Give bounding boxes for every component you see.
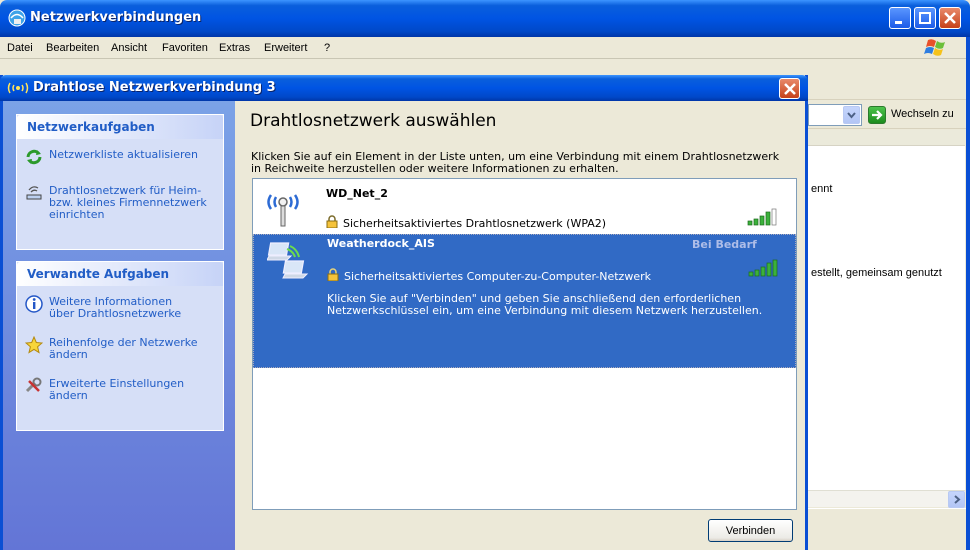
network-connections-icon: [8, 9, 26, 27]
close-icon: [784, 83, 796, 95]
menubar: Datei Bearbeiten Ansicht Favoriten Extra…: [0, 37, 970, 59]
menu-help[interactable]: ?: [324, 42, 330, 54]
info-icon: [25, 295, 43, 313]
menu-datei[interactable]: Datei: [7, 42, 33, 54]
refresh-icon: [26, 149, 42, 165]
related-tasks-panel: Verwandte Aufgaben Weitere Informationen…: [16, 261, 224, 431]
network-connect-mode: Bei Bedarf: [692, 238, 757, 251]
task-label[interactable]: Erweiterte Einstellungen ändern: [49, 378, 209, 402]
network-security: Sicherheitsaktiviertes Computer-zu-Compu…: [344, 270, 651, 283]
dialog-title: Drahtlose Netzwerkverbindung 3: [33, 80, 276, 95]
network-name: Weatherdock_AIS: [327, 237, 435, 250]
menu-ansicht[interactable]: Ansicht: [111, 42, 147, 54]
lock-icon: [326, 215, 338, 228]
task-label[interactable]: Reihenfolge der Netzwerke ändern: [49, 337, 199, 361]
page-title: Drahtlosnetzwerk auswählen: [250, 111, 497, 131]
horizontal-scrollbar[interactable]: [808, 490, 965, 508]
minimize-button[interactable]: [889, 7, 911, 29]
windows-logo-icon: [924, 39, 945, 56]
list-text-fragment: estellt, gemeinsam genutzt: [811, 267, 942, 279]
menu-extras[interactable]: Extras: [219, 42, 250, 54]
address-combo[interactable]: [808, 104, 862, 126]
task-refresh-list[interactable]: Netzwerkliste aktualisieren: [25, 148, 221, 168]
close-icon: [944, 12, 956, 24]
signal-strength-icon: [748, 259, 778, 277]
background-window-title: Netzwerkverbindungen: [30, 10, 202, 25]
network-item-weatherdock-ais[interactable]: Weatherdock_AIS Bei Bedarf Sicherheitsak…: [253, 234, 796, 368]
list-text-fragment: ennt: [811, 183, 833, 195]
task-label[interactable]: Drahtlosnetzwerk für Heim- bzw. kleines …: [49, 185, 209, 221]
dialog-close-button[interactable]: [779, 78, 800, 99]
adhoc-computer-icon: [267, 242, 309, 279]
scroll-right-icon[interactable]: [948, 491, 965, 508]
task-network-order[interactable]: Reihenfolge der Netzwerke ändern: [25, 336, 221, 364]
close-button[interactable]: [939, 7, 961, 29]
status-bar: [808, 508, 970, 530]
menu-bearbeiten[interactable]: Bearbeiten: [46, 42, 99, 54]
connect-button[interactable]: Verbinden: [708, 519, 793, 542]
wireless-setup-icon: [26, 186, 42, 200]
window-border: [966, 37, 970, 550]
instructions-text: Klicken Sie auf ein Element in der Liste…: [251, 150, 780, 175]
chevron-down-icon[interactable]: [843, 106, 860, 124]
task-label[interactable]: Netzwerkliste aktualisieren: [49, 149, 198, 161]
main-pane: Drahtlosnetzwerk auswählen Klicken Sie a…: [235, 101, 805, 550]
task-more-info[interactable]: Weitere Informationen über Drahtlosnetzw…: [25, 295, 221, 323]
lock-icon: [327, 268, 339, 281]
wireless-antenna-icon: [7, 82, 29, 94]
maximize-button[interactable]: [914, 7, 936, 29]
network-security: Sicherheitsaktiviertes Drahtlosnetzwerk …: [343, 217, 607, 230]
panel-title: Netzwerkaufgaben: [17, 115, 223, 139]
network-tasks-panel: Netzwerkaufgaben Netzwerkliste aktualisi…: [16, 114, 224, 250]
task-label[interactable]: Weitere Informationen über Drahtlosnetzw…: [49, 296, 199, 320]
network-details: Klicken Sie auf "Verbinden" und geben Si…: [327, 292, 763, 317]
tools-icon: [25, 377, 42, 393]
access-point-icon: [267, 194, 299, 227]
task-advanced-settings[interactable]: Erweiterte Einstellungen ändern: [25, 377, 221, 405]
minimize-icon: [895, 21, 902, 24]
go-button-label[interactable]: Wechseln zu: [891, 108, 954, 120]
network-name: WD_Net_2: [326, 187, 388, 200]
wireless-dialog: Drahtlose Netzwerkverbindung 3 Netzwerka…: [0, 75, 808, 550]
menu-favoriten[interactable]: Favoriten: [162, 42, 208, 54]
task-pane: Netzwerkaufgaben Netzwerkliste aktualisi…: [3, 101, 235, 550]
go-arrow-icon[interactable]: [868, 106, 886, 124]
column-header[interactable]: [808, 130, 965, 146]
task-setup-network[interactable]: Drahtlosnetzwerk für Heim- bzw. kleines …: [25, 184, 221, 224]
menu-erweitert[interactable]: Erweitert: [264, 42, 307, 54]
star-icon: [25, 336, 43, 354]
network-item-wd-net-2[interactable]: WD_Net_2 Sicherheitsaktiviertes Drahtlos…: [253, 179, 796, 234]
background-titlebar[interactable]: Netzwerkverbindungen: [0, 0, 970, 37]
dialog-titlebar[interactable]: Drahtlose Netzwerkverbindung 3: [0, 75, 808, 101]
panel-title: Verwandte Aufgaben: [17, 262, 223, 286]
maximize-icon: [919, 12, 931, 24]
signal-strength-icon: [747, 208, 777, 226]
network-list[interactable]: WD_Net_2 Sicherheitsaktiviertes Drahtlos…: [252, 178, 797, 510]
